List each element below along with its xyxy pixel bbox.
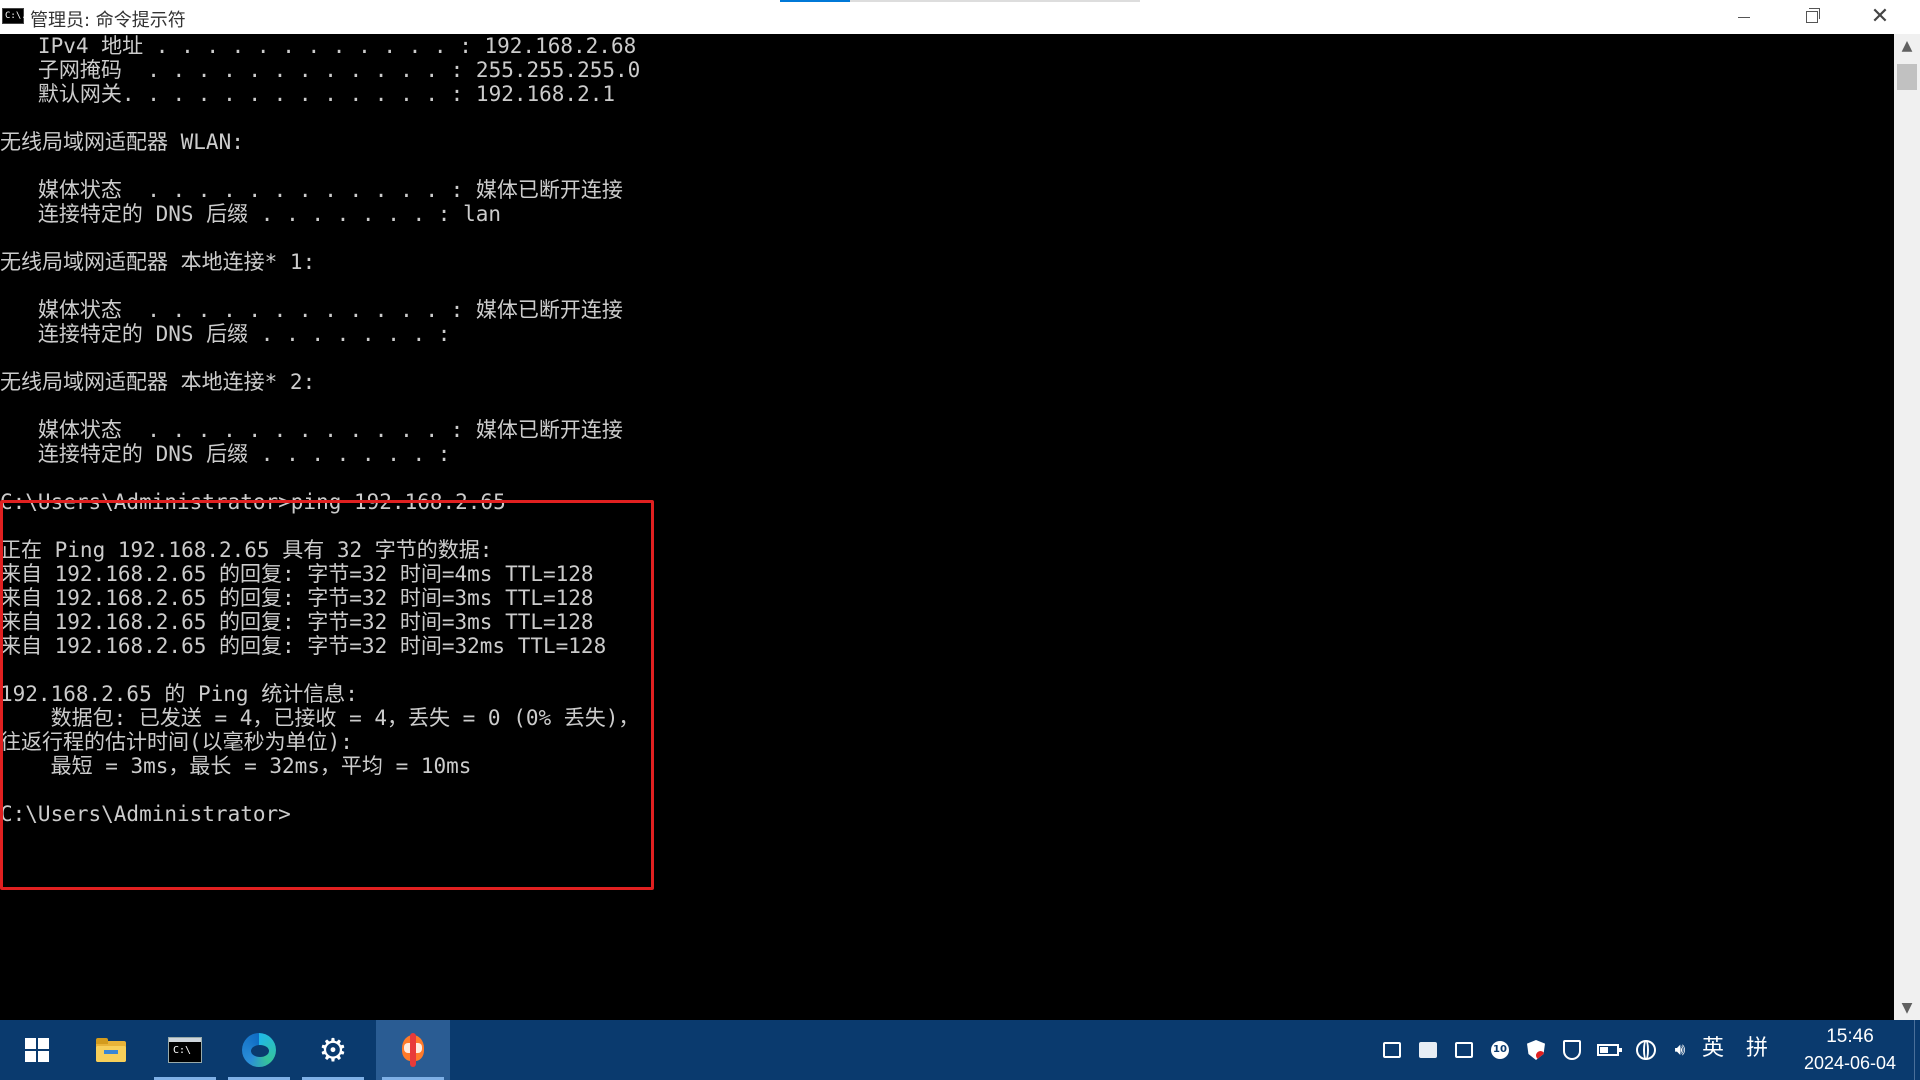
clock-time: 15:46 [1826, 1026, 1874, 1047]
restore-icon [1806, 8, 1820, 23]
windows-logo-icon [25, 1038, 49, 1062]
restore-button[interactable] [1778, 0, 1846, 34]
taskbar-file-explorer[interactable] [74, 1020, 148, 1080]
title-bar[interactable]: C:\. 管理员: 命令提示符 ✕ [0, 0, 1920, 34]
console-line: 连接特定的 DNS 后缀 . . . . . . . : [0, 322, 451, 346]
badge-10-icon[interactable]: 10 [1488, 1038, 1512, 1062]
ime-language-indicator[interactable]: 英 [1702, 1034, 1724, 1064]
terminal-icon: C:\ [168, 1037, 202, 1063]
title-focus-strip [780, 0, 1140, 2]
console-line: 最短 = 3ms，最长 = 32ms，平均 = 10ms [0, 754, 472, 778]
console-line: 连接特定的 DNS 后缀 . . . . . . . : lan [0, 202, 502, 226]
cmd-app-icon[interactable]: C:\. [2, 8, 27, 24]
ime-mode-indicator[interactable]: 拼 [1746, 1034, 1768, 1064]
console-line: 往返行程的估计时间(以毫秒为单位): [0, 730, 353, 754]
console-line: 来自 192.168.2.65 的回复: 字节=32 时间=32ms TTL=1… [0, 634, 607, 658]
console-line: 来自 192.168.2.65 的回复: 字节=32 时间=3ms TTL=12… [0, 586, 594, 610]
clock-date: 2024-06-04 [1803, 1053, 1897, 1073]
scroll-thumb[interactable] [1897, 64, 1917, 90]
console-line: 来自 192.168.2.65 的回复: 字节=32 时间=3ms TTL=12… [0, 610, 594, 634]
taskbar: C:\ ⚙ 10 🔊︎ 英 拼 15:46 2024-06-04 [0, 1020, 1920, 1080]
console-line: 连接特定的 DNS 后缀 . . . . . . . : [0, 442, 451, 466]
scroll-up-arrow-icon[interactable]: ▲ [1894, 34, 1920, 58]
console-line: 无线局域网适配器 本地连接* 2: [0, 370, 316, 394]
monitor-tool-icon[interactable] [1452, 1038, 1476, 1062]
edge-icon [242, 1033, 276, 1067]
security-alert-shield-icon[interactable] [1524, 1038, 1548, 1062]
title-focus-indicator [780, 0, 850, 2]
console-line: 正在 Ping 192.168.2.65 具有 32 字节的数据: [0, 538, 493, 562]
close-icon: ✕ [1870, 4, 1890, 29]
console-output-area[interactable]: IPv4 地址 . . . . . . . . . . . . : 192.16… [0, 34, 1894, 1020]
taskbar-settings[interactable]: ⚙ [296, 1020, 370, 1080]
network-display-icon[interactable] [1380, 1038, 1404, 1062]
show-desktop-button[interactable] [1914, 1020, 1920, 1080]
console-line: 数据包: 已发送 = 4，已接收 = 4，丢失 = 0 (0% 丢失)， [0, 706, 640, 730]
console-line: 无线局域网适配器 本地连接* 1: [0, 250, 316, 274]
console-line: C:\Users\Administrator> [0, 802, 291, 826]
minimize-button[interactable] [1710, 0, 1778, 34]
vertical-scrollbar[interactable]: ▲ ▼ [1894, 34, 1920, 1020]
console-line: 默认网关. . . . . . . . . . . . . : 192.168.… [0, 82, 616, 106]
console-line: 192.168.2.65 的 Ping 统计信息: [0, 682, 358, 706]
volume-icon[interactable]: 🔊︎ [1668, 1038, 1692, 1062]
console-line: IPv4 地址 . . . . . . . . . . . . : 192.16… [0, 34, 637, 58]
minimize-icon [1738, 16, 1750, 18]
taskbar-command-prompt[interactable]: C:\ [148, 1020, 222, 1080]
battery-icon[interactable] [1596, 1038, 1622, 1062]
taskbar-clock[interactable]: 15:46 2024-06-04 [1790, 1024, 1910, 1076]
console-line: 媒体状态 . . . . . . . . . . . . : 媒体已断开连接 [0, 178, 623, 202]
console-text: IPv4 地址 . . . . . . . . . . . . : 192.16… [0, 34, 640, 826]
flag-message-icon[interactable] [1416, 1038, 1440, 1062]
defender-shield-icon[interactable] [1560, 1038, 1584, 1062]
gear-icon: ⚙ [318, 1031, 348, 1069]
console-line: 媒体状态 . . . . . . . . . . . . : 媒体已断开连接 [0, 298, 623, 322]
console-line: 来自 192.168.2.65 的回复: 字节=32 时间=4ms TTL=12… [0, 562, 594, 586]
close-button[interactable]: ✕ [1846, 0, 1914, 34]
scroll-down-arrow-icon[interactable]: ▼ [1894, 996, 1920, 1020]
console-line: 子网掩码 . . . . . . . . . . . . : 255.255.2… [0, 58, 641, 82]
taskbar-pinned-app[interactable] [376, 1020, 450, 1080]
start-button[interactable] [0, 1020, 74, 1080]
console-line: C:\Users\Administrator>ping 192.168.2.65 [0, 490, 506, 514]
globe-network-icon[interactable] [1634, 1038, 1658, 1062]
app-icon [398, 1033, 428, 1067]
folder-icon [96, 1038, 126, 1062]
console-line: 无线局域网适配器 WLAN: [0, 130, 244, 154]
console-line: 媒体状态 . . . . . . . . . . . . : 媒体已断开连接 [0, 418, 623, 442]
window-title: 管理员: 命令提示符 [30, 10, 186, 31]
taskbar-edge[interactable] [222, 1020, 296, 1080]
